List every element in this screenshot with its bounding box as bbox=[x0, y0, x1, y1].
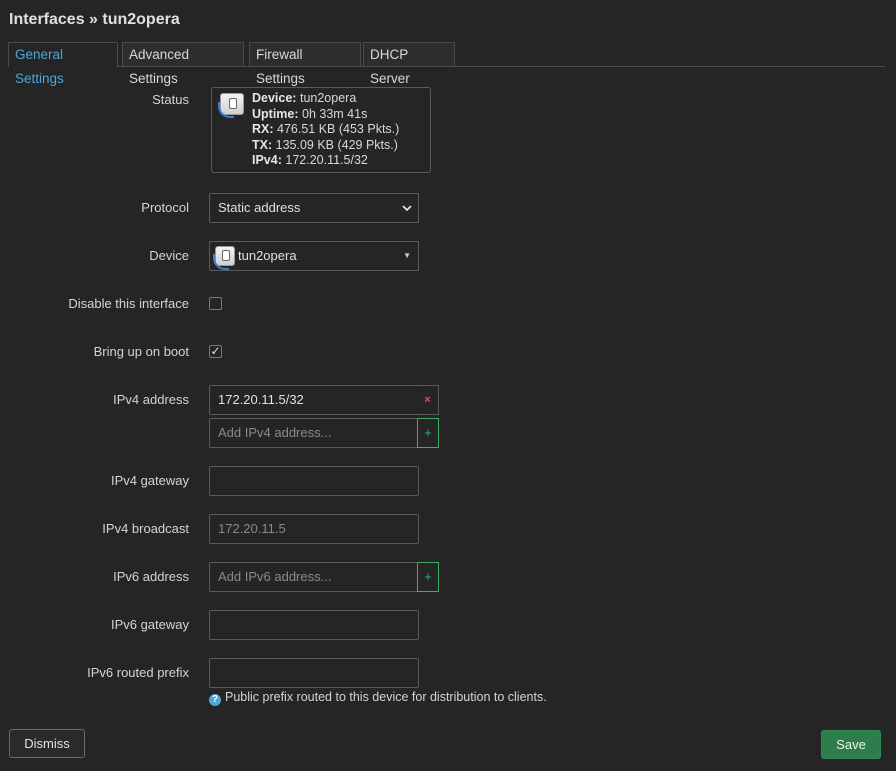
add-ipv6-button[interactable]: + bbox=[417, 562, 439, 592]
ipv4-broadcast-label: IPv4 broadcast bbox=[102, 521, 189, 536]
status-tx-key: TX: bbox=[252, 137, 273, 152]
save-button[interactable]: Save bbox=[821, 730, 881, 759]
status-box: Device: tun2opera Uptime: 0h 33m 41s RX:… bbox=[211, 87, 431, 173]
tab-advanced-settings[interactable]: Advanced Settings bbox=[122, 42, 244, 86]
ipv4-address-input[interactable]: 172.20.11.5/32 bbox=[209, 385, 418, 415]
question-circle-icon: ? bbox=[209, 694, 221, 706]
bring-up-on-boot-label: Bring up on boot bbox=[93, 344, 189, 359]
status-uptime-key: Uptime: bbox=[252, 106, 299, 121]
page-title: Interfaces » tun2opera bbox=[9, 11, 180, 28]
ipv6-gateway-label: IPv6 gateway bbox=[110, 617, 189, 632]
ipv4-gateway-input[interactable] bbox=[209, 466, 419, 496]
tab-general-settings[interactable]: General Settings bbox=[8, 42, 118, 86]
ipv4-broadcast-input[interactable]: 172.20.11.5 bbox=[209, 514, 419, 544]
ipv4-gateway-label: IPv4 gateway bbox=[110, 473, 189, 488]
add-ipv4-input[interactable]: Add IPv4 address... bbox=[209, 418, 418, 448]
ipv6-gateway-input[interactable] bbox=[209, 610, 419, 640]
protocol-select[interactable]: Static address bbox=[209, 193, 419, 223]
dismiss-button[interactable]: Dismiss bbox=[9, 729, 85, 758]
status-ipv4-key: IPv4: bbox=[252, 153, 282, 168]
ipv4-address-label: IPv4 address bbox=[113, 392, 189, 407]
ipv6-address-label: IPv6 address bbox=[113, 569, 189, 584]
status-details: Device: tun2opera Uptime: 0h 33m 41s RX:… bbox=[252, 91, 399, 169]
ipv6-routed-prefix-label: IPv6 routed prefix bbox=[87, 665, 189, 680]
status-rx-key: RX: bbox=[252, 122, 274, 137]
status-tx-value: 135.09 KB (429 Pkts.) bbox=[275, 137, 398, 152]
protocol-label: Protocol bbox=[141, 200, 189, 215]
ethernet-port-icon bbox=[218, 93, 244, 118]
status-ipv4-value: 172.20.11.5/32 bbox=[285, 153, 368, 168]
status-device-key: Device: bbox=[252, 91, 297, 105]
device-select[interactable]: tun2opera ▼ bbox=[209, 241, 419, 271]
add-ipv4-button[interactable]: + bbox=[417, 418, 439, 448]
remove-ipv4-button[interactable]: × bbox=[417, 385, 439, 415]
ipv6-routed-prefix-hint: ? Public prefix routed to this device for… bbox=[209, 690, 547, 706]
status-device-value: tun2opera bbox=[299, 91, 357, 105]
ipv6-routed-prefix-input[interactable] bbox=[209, 658, 419, 688]
device-value: tun2opera bbox=[238, 248, 297, 263]
status-label: Status bbox=[152, 92, 189, 107]
status-rx-value: 476.51 KB (453 Pkts.) bbox=[277, 122, 400, 137]
protocol-value: Static address bbox=[218, 200, 301, 215]
tab-firewall-settings[interactable]: Firewall Settings bbox=[249, 42, 361, 86]
tab-bar: General Settings Advanced Settings Firew… bbox=[8, 42, 885, 86]
status-uptime-value: 0h 33m 41s bbox=[302, 106, 368, 121]
add-ipv6-input[interactable]: Add IPv6 address... bbox=[209, 562, 418, 592]
device-label: Device bbox=[149, 248, 189, 263]
bring-up-on-boot-checkbox[interactable]: ✓ bbox=[209, 345, 222, 358]
hint-text: Public prefix routed to this device for … bbox=[225, 690, 547, 704]
ethernet-port-icon bbox=[213, 246, 235, 270]
caret-down-icon: ▼ bbox=[403, 251, 411, 260]
disable-interface-label: Disable this interface bbox=[68, 296, 189, 311]
tab-dhcp-server[interactable]: DHCP Server bbox=[363, 42, 455, 86]
chevron-down-icon bbox=[402, 194, 412, 222]
disable-interface-checkbox[interactable] bbox=[209, 297, 222, 310]
